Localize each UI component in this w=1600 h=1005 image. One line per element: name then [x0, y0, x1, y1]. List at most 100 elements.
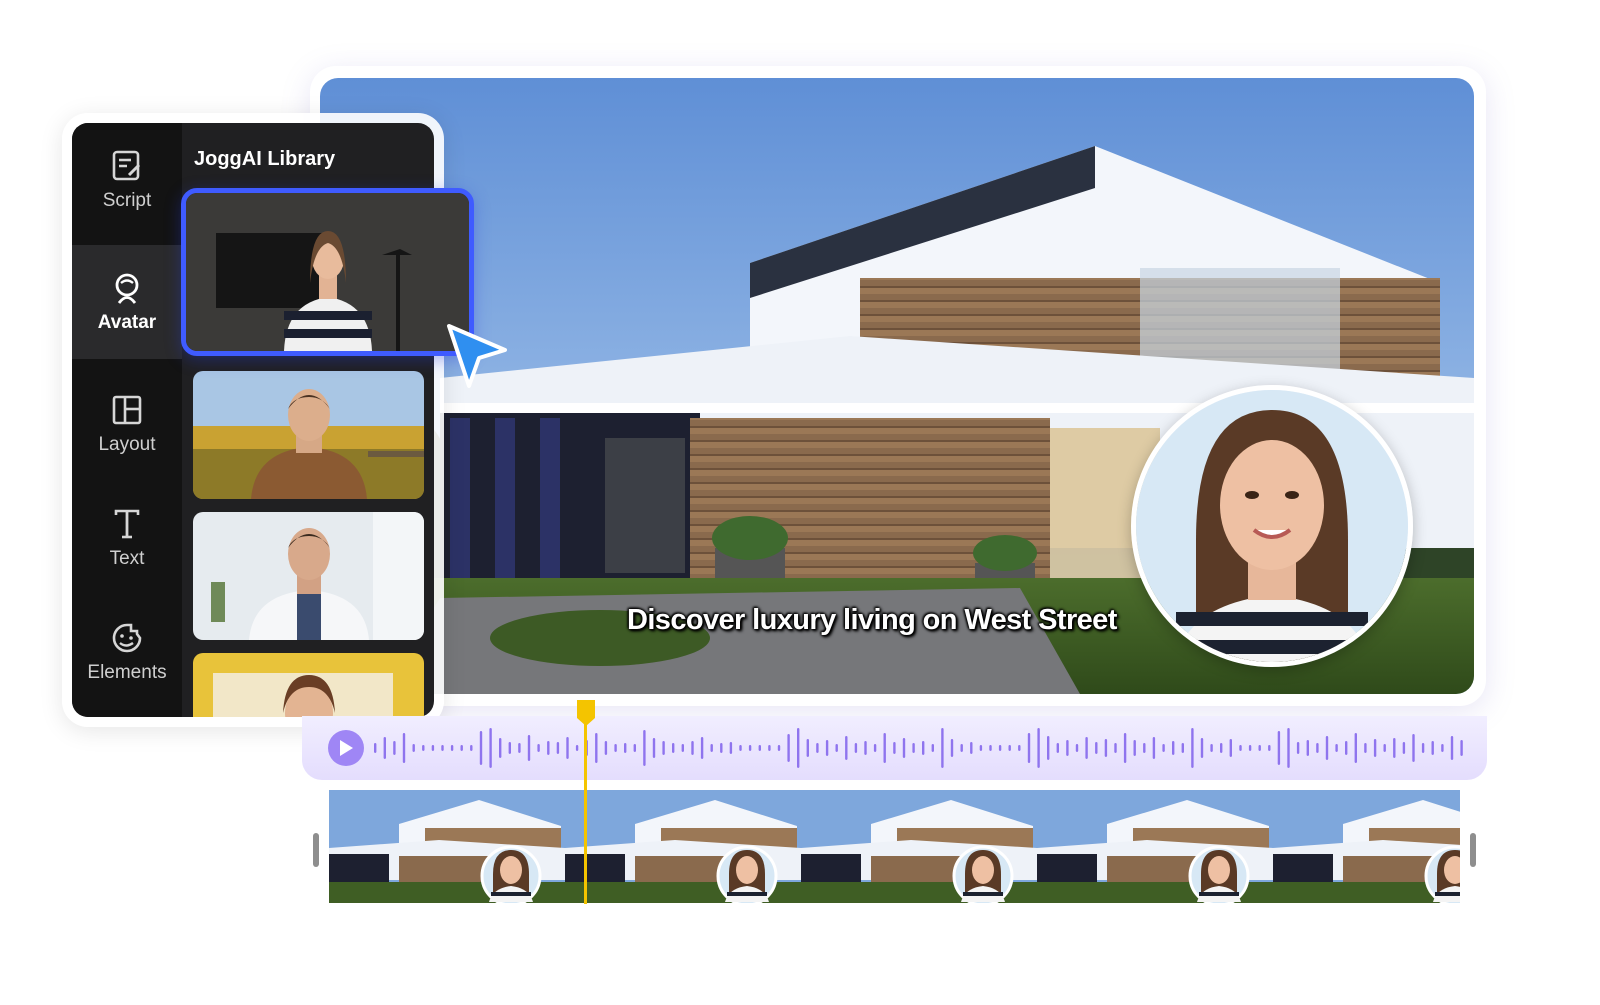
- waveform-bar: [873, 744, 877, 752]
- waveform-bar: [1114, 743, 1117, 753]
- waveform-bar: [816, 743, 819, 753]
- video-caption: Discover luxury living on West Street: [627, 604, 1117, 636]
- sidebar-item-script[interactable]: Script: [72, 123, 182, 237]
- waveform-bar: [941, 728, 944, 768]
- waveform-bar: [422, 745, 425, 751]
- waveform-bar: [652, 738, 656, 758]
- waveform-bar: [1248, 745, 1252, 751]
- waveform-bar: [979, 745, 983, 751]
- waveform-bar: [1383, 744, 1386, 752]
- mouse-cursor-icon: [447, 324, 507, 388]
- waveform-bar: [960, 744, 963, 752]
- waveform-bar: [441, 745, 444, 751]
- play-button[interactable]: [328, 730, 364, 766]
- waveform-bar: [1450, 736, 1454, 760]
- waveform-bar: [998, 745, 1002, 751]
- waveform-bar: [527, 735, 531, 761]
- waveform-bar: [499, 738, 502, 758]
- waveform-bar: [1056, 743, 1059, 753]
- sidebar-item-avatar[interactable]: Avatar: [72, 245, 182, 359]
- avatar-thumbnail[interactable]: [193, 653, 424, 717]
- waveform-bar: [450, 745, 454, 751]
- waveform-bar: [970, 742, 973, 754]
- avatar-overlay[interactable]: [1131, 385, 1413, 667]
- filmstrip-frame: [1037, 790, 1273, 903]
- waveform-bar: [797, 728, 800, 768]
- waveform-bar: [1373, 739, 1377, 757]
- waveform-bar: [989, 745, 992, 751]
- waveform-bar: [1037, 728, 1040, 768]
- waveform-bar: [1095, 742, 1098, 754]
- waveform-bar: [1239, 745, 1242, 751]
- waveform-bar: [633, 744, 636, 752]
- waveform-bar: [489, 728, 492, 768]
- waveform-bar: [460, 745, 463, 751]
- waveform-bar: [1277, 731, 1281, 765]
- waveform-bar: [1143, 743, 1146, 753]
- sidebar-item-elements[interactable]: Elements: [72, 595, 182, 709]
- waveform-bar: [470, 745, 473, 751]
- waveform-bar: [1325, 736, 1329, 760]
- waveform-bar: [854, 743, 858, 753]
- playhead-handle-icon[interactable]: [575, 698, 597, 728]
- elements-icon: [112, 623, 142, 653]
- avatar-thumbnail[interactable]: [193, 512, 424, 640]
- waveform-bar: [643, 730, 646, 766]
- waveform-bar: [950, 739, 954, 757]
- waveform-bar: [1296, 742, 1300, 754]
- waveform-bar: [922, 741, 925, 755]
- waveform-bar: [1162, 744, 1165, 752]
- waveform-bar: [383, 737, 386, 759]
- filmstrip-frame: [329, 790, 565, 903]
- waveform-bar: [547, 741, 550, 755]
- waveform-bar: [1306, 740, 1309, 756]
- waveform-bar: [1133, 740, 1136, 756]
- waveform-bar: [777, 745, 781, 751]
- avatar-icon: [115, 273, 139, 304]
- waveform-bar: [412, 744, 415, 752]
- sidebar-item-text[interactable]: Text: [72, 481, 182, 595]
- waveform-bar: [479, 731, 483, 765]
- waveform-bar: [1018, 745, 1021, 751]
- layout-icon: [112, 395, 142, 425]
- avatar-thumbnail[interactable]: [193, 371, 424, 499]
- presenter-avatar: [1136, 390, 1408, 662]
- waveform-bar: [1066, 740, 1069, 756]
- trim-handle-left[interactable]: [313, 833, 319, 867]
- avatar-thumbnail-image: [193, 371, 424, 499]
- sidebar-label: Elements: [87, 662, 167, 683]
- trim-handle-right[interactable]: [1470, 833, 1476, 867]
- text-icon: [114, 509, 140, 539]
- audio-waveform: [374, 728, 1463, 768]
- waveform-bar: [845, 736, 848, 760]
- waveform-bar: [691, 741, 694, 755]
- waveform-bar: [1027, 733, 1031, 763]
- waveform-bar: [575, 745, 579, 751]
- waveform-bar: [1123, 733, 1127, 763]
- waveform-bar: [1335, 744, 1338, 752]
- sidebar-label: Text: [109, 548, 145, 569]
- waveform-bar: [1200, 738, 1204, 758]
- waveform-bar: [1220, 743, 1223, 753]
- filmstrip-frame: [1273, 790, 1460, 903]
- sidebar-label: Script: [102, 190, 152, 211]
- sidebar-label: Layout: [98, 434, 156, 455]
- waveform-bar: [604, 741, 608, 755]
- waveform-bar: [508, 742, 511, 754]
- waveform-bar: [1210, 744, 1213, 752]
- playhead-line[interactable]: [584, 718, 587, 904]
- waveform-bar: [1008, 745, 1011, 751]
- sidebar-item-layout[interactable]: Layout: [72, 367, 182, 481]
- video-filmstrip[interactable]: [329, 790, 1460, 903]
- waveform-bar: [768, 745, 771, 751]
- selected-avatar-thumbnail[interactable]: [181, 188, 474, 356]
- waveform-bar: [374, 743, 377, 753]
- waveform-bar: [912, 743, 915, 753]
- waveform-bar: [710, 744, 713, 752]
- waveform-bar: [1191, 728, 1194, 768]
- waveform-bar: [1412, 734, 1415, 762]
- waveform-bar: [883, 733, 886, 763]
- waveform-bar: [624, 743, 627, 753]
- waveform-bar: [720, 743, 723, 753]
- waveform-bar: [902, 738, 906, 758]
